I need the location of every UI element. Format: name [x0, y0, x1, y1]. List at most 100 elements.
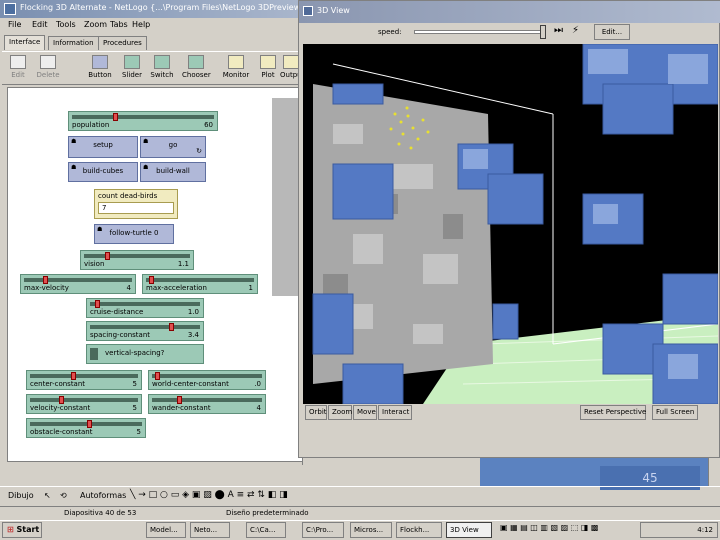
netlogo-title-bar[interactable]: Flocking 3D Alternate - NetLogo {...\Pro… — [0, 0, 303, 18]
view3d-title-bar[interactable]: 3D View — [299, 1, 720, 23]
vision-slider[interactable]: vision 1.1 — [80, 250, 194, 270]
slider-knob[interactable] — [177, 396, 182, 404]
edit-icon — [10, 55, 26, 69]
slider-tool-button[interactable]: Slider — [118, 55, 146, 83]
slider-knob[interactable] — [43, 276, 48, 284]
build-cubes-button[interactable]: ☗ build-cubes — [68, 162, 138, 182]
slider-value: 5 — [132, 404, 137, 412]
menu-zoom[interactable]: Zoom — [84, 20, 107, 29]
slider-value: 1.0 — [187, 308, 199, 316]
bird — [409, 146, 413, 150]
button-label: go — [168, 141, 178, 149]
center-constant-slider[interactable]: center-constant 5 — [26, 370, 142, 390]
cruise-distance-slider[interactable]: cruise-distance 1.0 — [86, 298, 204, 318]
go-button[interactable]: ☗ go ↻ — [140, 136, 206, 158]
slider-value: 3.4 — [187, 331, 199, 339]
world-center-constant-slider[interactable]: world-center-constant .0 — [148, 370, 266, 390]
interact-button[interactable]: Interact — [378, 405, 412, 420]
slider-value: 5 — [132, 380, 137, 388]
slider-knob[interactable] — [113, 113, 118, 121]
slider-track — [30, 374, 138, 378]
bird — [411, 126, 415, 130]
edit-button[interactable]: Edit... — [594, 24, 630, 40]
population-slider[interactable]: population 60 — [68, 111, 218, 131]
wander-constant-slider[interactable]: wander-constant 4 — [148, 394, 266, 414]
menu-help[interactable]: Help — [132, 20, 150, 29]
tab-information[interactable]: Information — [48, 36, 99, 50]
follow-turtle-button[interactable]: ☗ follow-turtle 0 — [94, 224, 174, 244]
move-button[interactable]: Move — [353, 405, 377, 420]
delete-tool-button[interactable]: Delete — [34, 55, 62, 83]
task-button-active[interactable]: 3D View — [446, 522, 492, 538]
cube-highlight — [593, 204, 618, 224]
switch-tool-button[interactable]: Switch — [148, 55, 176, 83]
select-arrow-icon[interactable]: ↖ — [44, 491, 51, 500]
reset-perspective-button[interactable]: Reset Perspective — [580, 405, 646, 420]
slider-label: velocity-constant — [30, 404, 91, 412]
slider-track — [146, 278, 254, 282]
slider-knob[interactable] — [59, 396, 64, 404]
task-button[interactable]: Neto... — [190, 522, 230, 538]
spacing-constant-slider[interactable]: spacing-constant 3.4 — [86, 321, 204, 341]
monitor-tool-button[interactable]: Monitor — [222, 55, 250, 83]
tab-procedures[interactable]: Procedures — [98, 36, 147, 50]
tab-interface[interactable]: Interface — [4, 35, 46, 50]
rotate-icon[interactable]: ⟲ — [60, 491, 67, 500]
task-button[interactable]: Flockh... — [396, 522, 442, 538]
slider-knob[interactable] — [87, 420, 92, 428]
speed-slider-thumb[interactable] — [540, 25, 546, 39]
wall-block — [353, 234, 383, 264]
slider-knob[interactable] — [155, 372, 160, 380]
slider-knob[interactable] — [105, 252, 110, 260]
view3d-app-icon — [303, 6, 313, 16]
step-icon[interactable]: ⏭ — [554, 25, 566, 39]
velocity-constant-slider[interactable]: velocity-constant 5 — [26, 394, 142, 414]
blue-cube — [487, 173, 544, 225]
slider-track — [90, 302, 200, 306]
setup-button[interactable]: ☗ setup — [68, 136, 138, 158]
obstacle-constant-slider[interactable]: obstacle-constant 5 — [26, 418, 146, 438]
speed-slider-track[interactable] — [414, 30, 544, 34]
task-button[interactable]: Model... — [146, 522, 186, 538]
slider-knob[interactable] — [71, 372, 76, 380]
build-wall-button[interactable]: ☗ build-wall — [140, 162, 206, 182]
edit-tool-button[interactable]: Edit — [4, 55, 32, 83]
button-tool-button[interactable]: Button — [86, 55, 114, 83]
start-button[interactable]: ⊞ Start — [2, 522, 42, 538]
task-button[interactable]: C:\Pro... — [302, 522, 344, 538]
slider-knob[interactable] — [149, 276, 154, 284]
3d-viewport[interactable] — [303, 44, 718, 404]
observer-icon: ☗ — [71, 138, 77, 145]
orbit-button[interactable]: Orbit — [305, 405, 327, 420]
menu-edit[interactable]: Edit — [32, 20, 48, 29]
view3d-title: 3D View — [317, 6, 350, 15]
vertical-spacing-switch[interactable]: vertical-spacing? — [86, 344, 204, 364]
switch-toggle[interactable] — [90, 348, 98, 360]
observer-icon: ☗ — [143, 164, 149, 171]
menu-file[interactable]: File — [8, 20, 21, 29]
full-screen-button[interactable]: Full Screen — [652, 405, 698, 420]
autoshapes-menu[interactable]: Autoformas — [80, 491, 126, 500]
max-velocity-slider[interactable]: max-velocity 4 — [20, 274, 136, 294]
slider-value: 1 — [248, 284, 253, 292]
menu-tabs[interactable]: Tabs — [110, 20, 128, 29]
slider-knob[interactable] — [169, 323, 174, 331]
quick-launch-icons[interactable]: ▣ ▦ ▤ ◫ ▥ ▧ ▨ ⬚ ◨ ▩ — [500, 523, 630, 537]
thunder-icon[interactable]: ⚡ — [572, 25, 584, 39]
chooser-tool-button[interactable]: Chooser — [182, 55, 211, 83]
shape-tools-icons[interactable]: ╲ → □ ○ ▭ ◈ ▣ ▨ ⬤ A ≡ ⇄ ⇅ ◧ ◨ — [130, 490, 288, 500]
netlogo-app-icon — [4, 3, 16, 15]
slider-label: population — [72, 121, 110, 129]
forever-icon: ↻ — [196, 147, 202, 155]
task-button[interactable]: C:\Ca... — [246, 522, 286, 538]
max-acceleration-slider[interactable]: max-acceleration 1 — [142, 274, 258, 294]
zoom-button[interactable]: Zoom — [328, 405, 352, 420]
plot-tool-button[interactable]: Plot — [254, 55, 282, 83]
button-widget-icon — [92, 55, 108, 69]
slider-widget-icon — [124, 55, 140, 69]
task-button[interactable]: Micros... — [350, 522, 392, 538]
menu-tools[interactable]: Tools — [56, 20, 76, 29]
slider-knob[interactable] — [95, 300, 100, 308]
draw-menu[interactable]: Dibujo — [8, 491, 34, 500]
slider-track — [90, 325, 200, 329]
